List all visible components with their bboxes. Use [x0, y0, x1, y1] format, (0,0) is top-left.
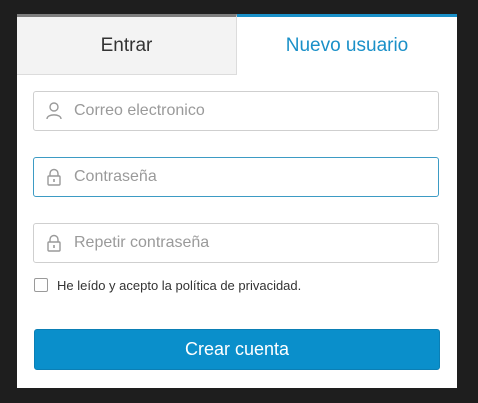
- tab-bar: Entrar Nuevo usuario: [17, 14, 457, 75]
- privacy-consent: He leído y acepto la política de privaci…: [34, 277, 301, 293]
- email-input[interactable]: [74, 93, 438, 129]
- register-panel: Entrar Nuevo usuario Correo electronico …: [17, 14, 457, 388]
- repeat-password-input[interactable]: [74, 225, 438, 261]
- lock-icon: [34, 158, 74, 196]
- user-icon: [34, 92, 74, 130]
- tab-login[interactable]: Entrar: [17, 14, 237, 75]
- tab-new-user[interactable]: Nuevo usuario: [237, 14, 457, 74]
- email-field[interactable]: [33, 91, 439, 131]
- privacy-consent-label[interactable]: He leído y acepto la política de privaci…: [57, 278, 301, 293]
- lock-icon: [34, 224, 74, 262]
- password-input[interactable]: [74, 159, 438, 195]
- privacy-checkbox[interactable]: [34, 278, 48, 292]
- repeat-password-field[interactable]: [33, 223, 439, 263]
- password-field[interactable]: [33, 157, 439, 197]
- create-account-button[interactable]: Crear cuenta: [34, 329, 440, 370]
